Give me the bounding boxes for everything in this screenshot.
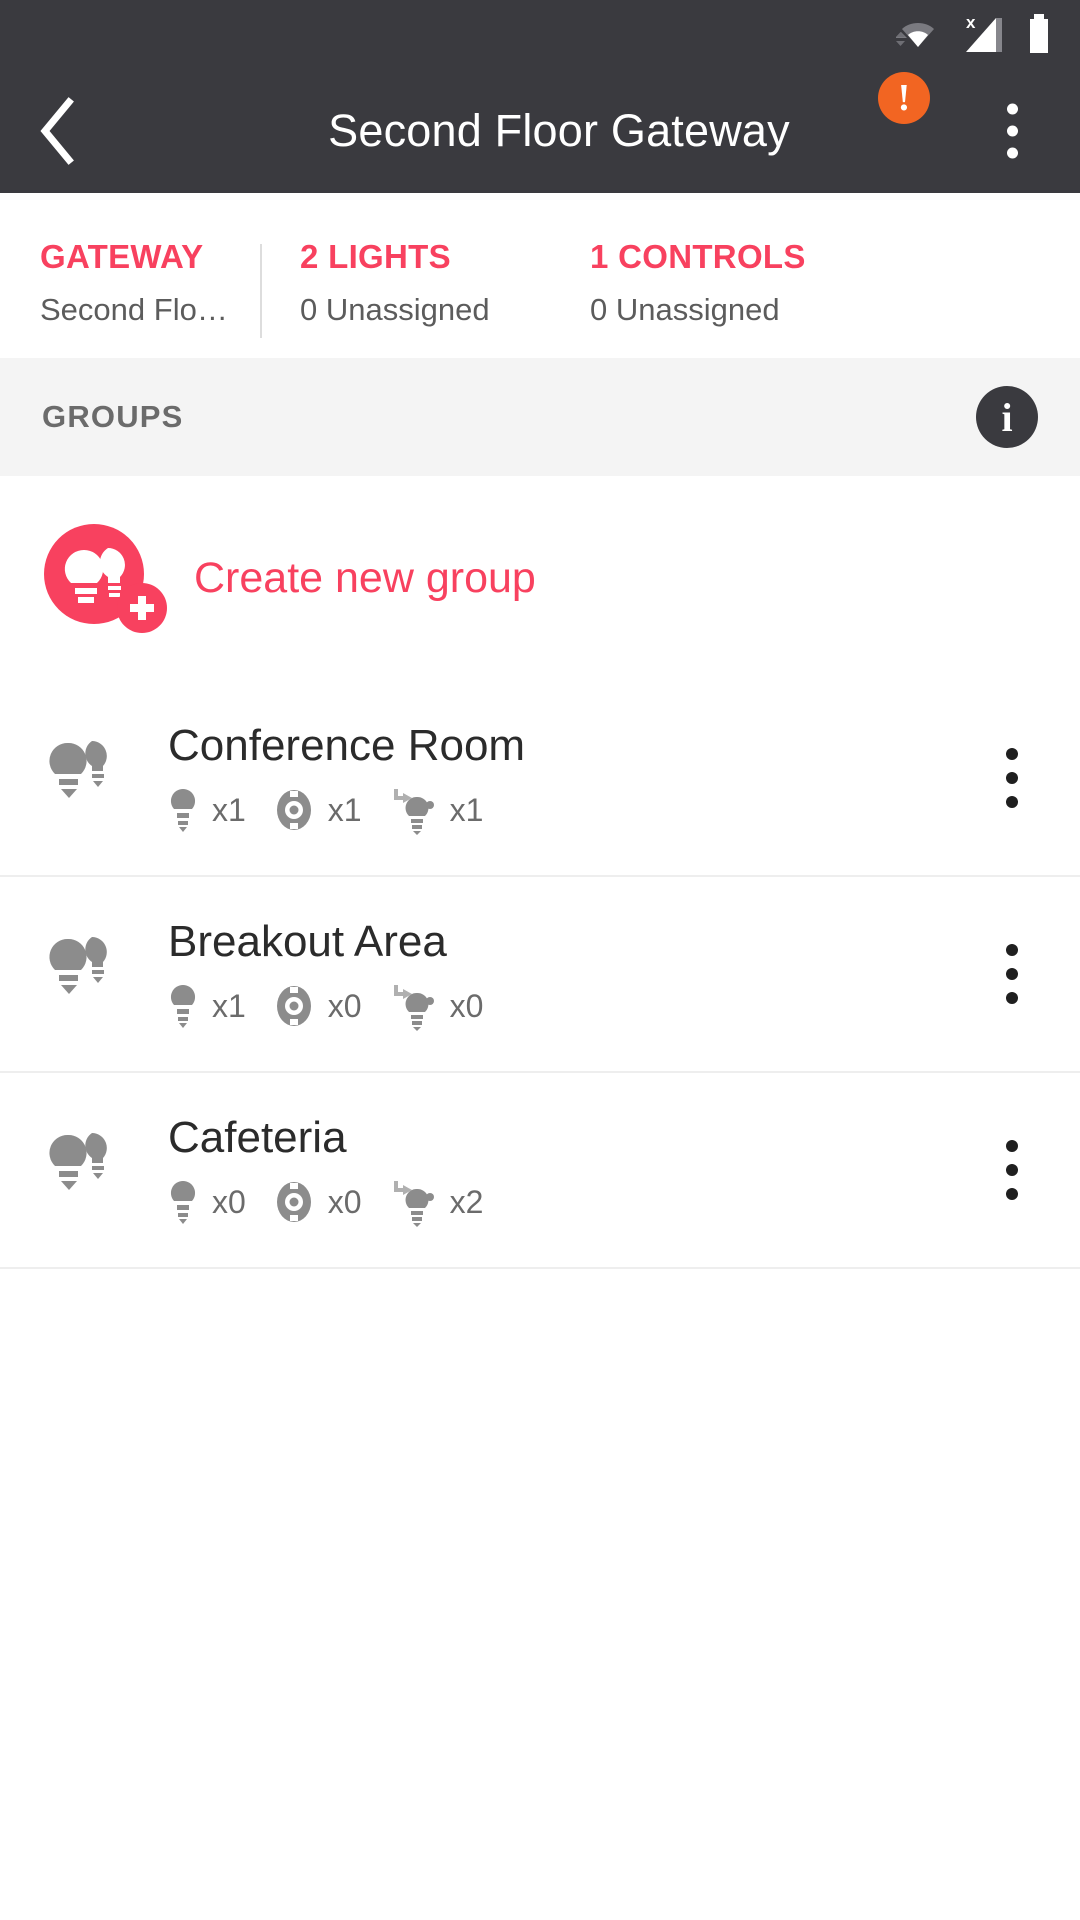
group-name: Cafeteria [168, 1113, 347, 1162]
info-icon[interactable]: i [976, 386, 1038, 448]
group-name: Conference Room [168, 721, 526, 770]
bulb-icon [170, 984, 196, 1028]
group-meta: x1 x1 x1 [168, 785, 982, 835]
group-bulbs-icon [42, 735, 168, 821]
meta-count: x1 [449, 791, 484, 828]
group-row[interactable]: Breakout Area x1 x0 x0 [0, 877, 1080, 1073]
overflow-dot [1006, 992, 1018, 1004]
meta-switches: x2 [390, 1177, 484, 1227]
meta-lights: x1 [168, 983, 246, 1029]
overflow-dot [1006, 944, 1018, 956]
overflow-dot [1006, 968, 1018, 980]
meta-sensors: x0 [274, 983, 362, 1029]
group-meta: x0 x0 x2 [168, 1177, 982, 1227]
wifi-icon [896, 13, 942, 55]
sensor-icon [276, 986, 311, 1026]
group-bulbs-icon [42, 1127, 168, 1213]
group-row[interactable]: Cafeteria x0 x0 x2 [0, 1073, 1080, 1269]
summary-stats: GATEWAY Second Flo… 2 LIGHTS 0 Unassigne… [0, 193, 1080, 358]
cellular-no-service-icon: x [960, 12, 1008, 56]
meta-count: x0 [327, 987, 362, 1024]
group-body: Cafeteria x0 x0 x2 [168, 1113, 982, 1227]
create-new-group-row[interactable]: Create new group [0, 476, 1080, 681]
bulb-icon [170, 1180, 196, 1224]
meta-switches: x0 [390, 981, 484, 1031]
app-bar: Second Floor Gateway ! [0, 68, 1080, 193]
meta-lights: x0 [168, 1179, 246, 1225]
page-title: Second Floor Gateway [328, 104, 790, 156]
stat-title: 2 LIGHTS [300, 237, 451, 275]
overflow-dot [1006, 125, 1018, 136]
status-bar: x [0, 0, 1080, 68]
stat-divider [260, 243, 262, 338]
meta-count: x2 [449, 1183, 484, 1220]
meta-lights: x1 [168, 787, 246, 833]
stat-gateway[interactable]: GATEWAY Second Flo… [0, 238, 260, 328]
stat-lights[interactable]: 2 LIGHTS 0 Unassigned [260, 237, 550, 338]
sensor-icon [276, 790, 311, 830]
svg-text:x: x [966, 13, 976, 32]
battery-icon [1026, 13, 1052, 55]
group-overflow-button[interactable] [982, 748, 1042, 808]
meta-count: x1 [327, 791, 362, 828]
overflow-dot [1006, 1164, 1018, 1176]
group-row[interactable]: Conference Room x1 x1 x1 [0, 681, 1080, 877]
sensor-icon [276, 1182, 311, 1222]
group-body: Breakout Area x1 x0 x0 [168, 917, 982, 1031]
stat-subtitle: 0 Unassigned [300, 291, 490, 327]
overflow-dot [1006, 748, 1018, 760]
switch-icon [393, 985, 434, 1031]
overflow-dot [1006, 147, 1018, 158]
overflow-menu-button[interactable] [982, 103, 1042, 158]
switch-icon [393, 789, 434, 835]
stat-subtitle: Second Flo… [40, 291, 228, 327]
stat-title: 1 CONTROLS [590, 237, 806, 275]
meta-count: x1 [212, 791, 246, 828]
meta-count: x0 [327, 1183, 362, 1220]
meta-count: x1 [212, 987, 246, 1024]
overflow-dot [1006, 1188, 1018, 1200]
overflow-dot [1006, 796, 1018, 808]
empty-list-area [0, 1269, 1080, 1920]
overflow-dot [1006, 1140, 1018, 1152]
stat-controls[interactable]: 1 CONTROLS 0 Unassigned [550, 238, 850, 328]
meta-sensors: x0 [274, 1179, 362, 1225]
switch-icon [393, 1181, 434, 1227]
bulb-icon [170, 788, 196, 832]
groups-section-header: GROUPS i [0, 358, 1080, 476]
stat-subtitle: 0 Unassigned [590, 291, 780, 327]
group-name: Breakout Area [168, 917, 447, 966]
overflow-dot [1006, 103, 1018, 114]
group-body: Conference Room x1 x1 x1 [168, 721, 982, 835]
group-overflow-button[interactable] [982, 944, 1042, 1004]
meta-switches: x1 [390, 785, 484, 835]
group-bulbs-icon [42, 931, 168, 1017]
warning-badge[interactable]: ! [878, 72, 930, 124]
meta-count: x0 [449, 987, 484, 1024]
meta-count: x0 [212, 1183, 246, 1220]
group-meta: x1 x0 x0 [168, 981, 982, 1031]
back-button[interactable] [0, 96, 118, 166]
overflow-dot [1006, 772, 1018, 784]
create-group-icon [42, 523, 172, 634]
meta-sensors: x1 [274, 787, 362, 833]
group-overflow-button[interactable] [982, 1140, 1042, 1200]
chevron-left-icon [40, 96, 74, 165]
create-new-group-label: Create new group [194, 554, 536, 602]
groups-label: GROUPS [42, 399, 184, 434]
stat-title: GATEWAY [40, 237, 204, 275]
screen-root: x Second Floor Gateway ! GATEWAY Second … [0, 0, 1080, 1920]
